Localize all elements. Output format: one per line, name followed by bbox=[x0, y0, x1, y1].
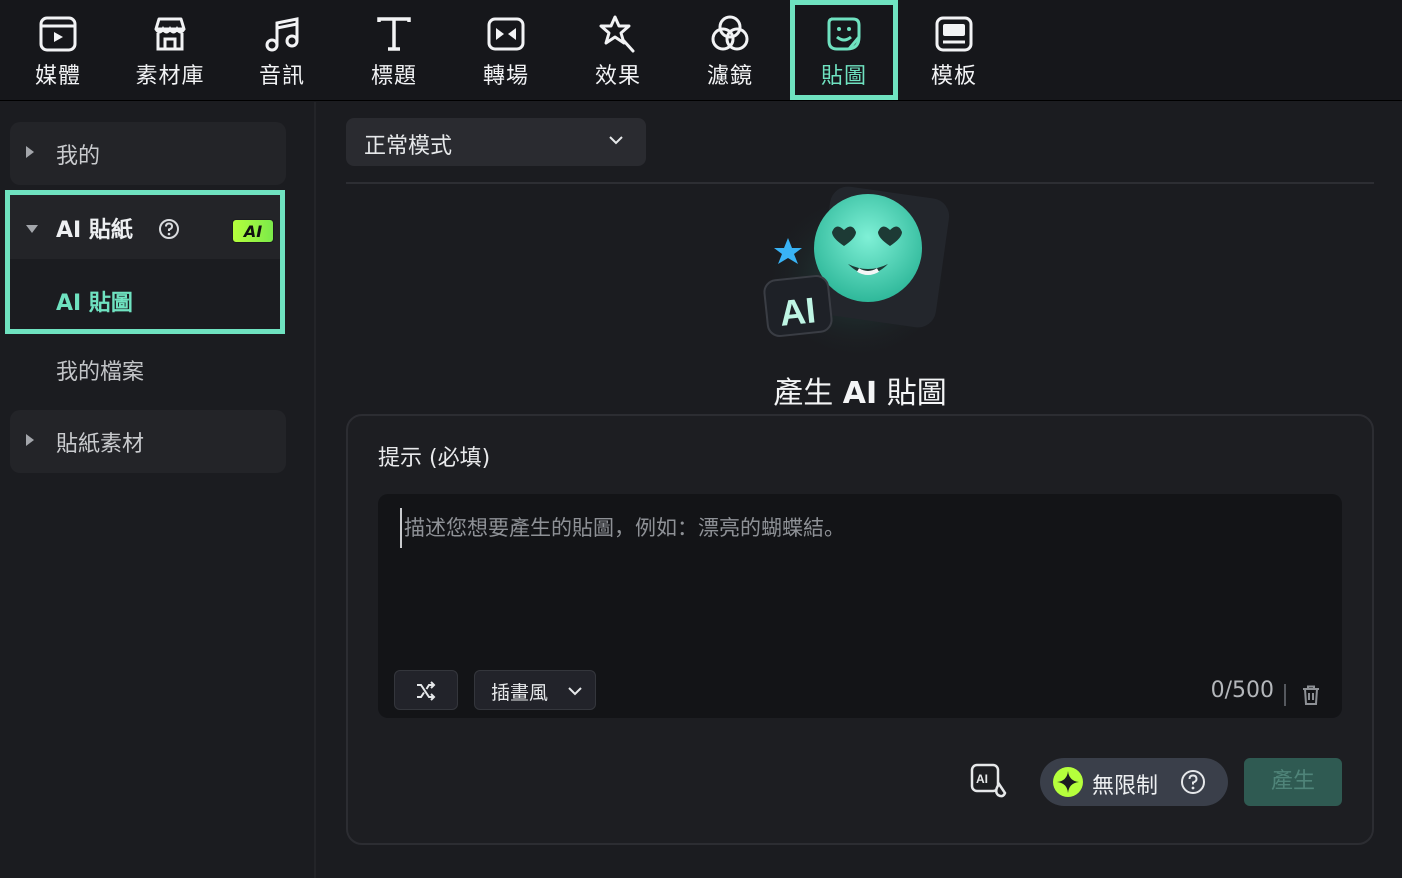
separator bbox=[1284, 684, 1286, 706]
style-value: 插畫風 bbox=[491, 682, 549, 704]
sidebar: 我的 AI 貼紙 AI AI 貼圖 我的檔案 貼紙素材 bbox=[0, 102, 316, 878]
tab-store[interactable]: 素材庫 bbox=[118, 0, 222, 100]
media-icon bbox=[36, 12, 80, 56]
tab-media[interactable]: 媒體 bbox=[6, 0, 110, 100]
tab-label: 素材庫 bbox=[135, 64, 205, 89]
hero-title-suffix: 貼圖 bbox=[886, 376, 947, 411]
unlimited-label: 無限制 bbox=[1092, 774, 1159, 799]
top-toolbar: 媒體 素材庫 音訊 標題 轉場 效果 濾鏡 貼圖 模板 bbox=[0, 0, 1402, 101]
hero-title-ai: AI bbox=[842, 376, 878, 411]
expand-arrow-icon bbox=[26, 434, 34, 446]
prompt-input[interactable] bbox=[400, 508, 1300, 548]
filter-circles-icon bbox=[708, 12, 752, 56]
tab-label: 標題 bbox=[370, 64, 417, 89]
sidebar-item-mine[interactable]: 我的 bbox=[10, 122, 286, 185]
expand-arrow-icon bbox=[26, 146, 34, 158]
tab-label: 貼圖 bbox=[820, 64, 867, 89]
prompt-card: 提示 (必填) 插畫風 0/500 AI 無限制 產生 bbox=[346, 414, 1374, 845]
tab-label: 效果 bbox=[594, 64, 641, 89]
shuffle-icon bbox=[417, 681, 436, 701]
sidebar-item-my-files[interactable]: 我的檔案 bbox=[56, 354, 144, 386]
sticker-icon bbox=[822, 12, 866, 56]
collapse-arrow-icon bbox=[26, 225, 38, 233]
title-t-icon bbox=[372, 12, 416, 56]
tab-stickers[interactable]: 貼圖 bbox=[790, 0, 898, 100]
tab-label: 轉場 bbox=[482, 64, 529, 89]
sidebar-item-sticker-assets[interactable]: 貼紙素材 bbox=[10, 410, 286, 473]
effects-star-icon bbox=[596, 12, 640, 56]
sidebar-item-label: AI 貼紙 bbox=[56, 218, 133, 243]
music-note-icon bbox=[260, 12, 304, 56]
sidebar-item-label: 我的 bbox=[56, 144, 101, 169]
generate-button[interactable]: 產生 bbox=[1244, 758, 1342, 806]
sparkle-icon bbox=[1053, 767, 1083, 797]
sidebar-item-ai-stickers[interactable]: AI 貼紙 AI bbox=[10, 195, 280, 259]
ai-sticker-hero-illustration: AI bbox=[763, 186, 953, 362]
tab-filters[interactable]: 濾鏡 bbox=[678, 0, 782, 100]
char-counter: 0/500 bbox=[1210, 678, 1274, 703]
trash-icon[interactable] bbox=[1300, 684, 1322, 706]
tab-label: 模板 bbox=[930, 64, 977, 89]
tab-label: 音訊 bbox=[258, 64, 305, 89]
sidebar-item-label: 貼紙素材 bbox=[56, 432, 145, 457]
main-panel: 正常模式 AI 產生 AI 貼圖 提示 (必填) 插畫風 bbox=[318, 102, 1402, 878]
tab-label: 媒體 bbox=[34, 64, 81, 89]
tab-effects[interactable]: 效果 bbox=[566, 0, 670, 100]
sidebar-item-ai-sticker[interactable]: AI 貼圖 bbox=[56, 285, 133, 317]
svg-text:AI: AI bbox=[976, 772, 988, 786]
ai-image-reference-icon[interactable]: AI bbox=[970, 762, 1008, 800]
chevron-down-icon bbox=[609, 136, 623, 145]
store-icon bbox=[148, 12, 192, 56]
transition-icon bbox=[484, 12, 528, 56]
chevron-down-icon bbox=[568, 687, 582, 696]
style-dropdown[interactable]: 插畫風 bbox=[474, 670, 596, 710]
tab-label: 濾鏡 bbox=[706, 64, 753, 89]
mode-dropdown[interactable]: 正常模式 bbox=[346, 118, 646, 166]
hero-title-prefix: 產生 bbox=[773, 376, 834, 411]
help-icon[interactable] bbox=[1180, 769, 1206, 795]
hero-title: 產生 AI 貼圖 bbox=[318, 368, 1402, 412]
tab-titles[interactable]: 標題 bbox=[342, 0, 446, 100]
ai-badge: AI bbox=[232, 219, 274, 243]
tab-transitions[interactable]: 轉場 bbox=[454, 0, 558, 100]
mode-value: 正常模式 bbox=[364, 134, 453, 159]
prompt-box: 插畫風 0/500 bbox=[378, 494, 1342, 718]
tab-audio[interactable]: 音訊 bbox=[230, 0, 334, 100]
help-icon[interactable] bbox=[158, 218, 180, 240]
prompt-label: 提示 (必填) bbox=[378, 446, 491, 471]
tab-templates[interactable]: 模板 bbox=[902, 0, 1006, 100]
shuffle-button[interactable] bbox=[394, 670, 458, 710]
template-icon bbox=[932, 12, 976, 56]
ai-sticker-group: AI 貼紙 AI AI 貼圖 bbox=[5, 190, 285, 334]
unlimited-credits-button[interactable]: 無限制 bbox=[1040, 758, 1228, 806]
hero-ai-text: AI bbox=[778, 289, 818, 334]
